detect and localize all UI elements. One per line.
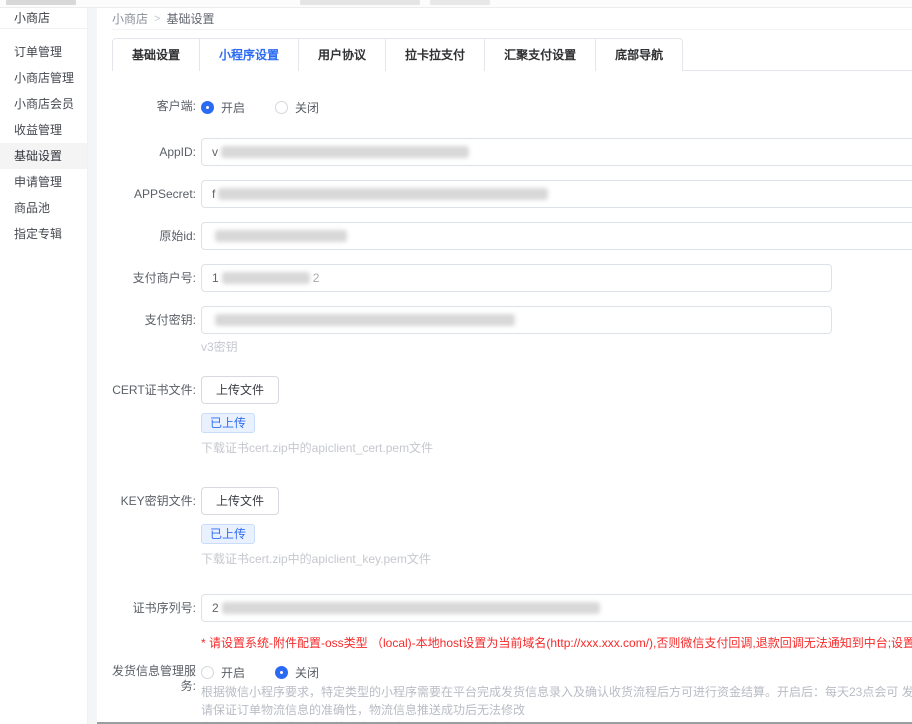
radio-selected-icon xyxy=(201,101,214,114)
toolbar-remnant xyxy=(300,0,420,5)
client-switch-label: 客户端: xyxy=(112,97,196,116)
toolbar-remnant xyxy=(6,0,76,5)
cert-upload-button[interactable]: 上传文件 xyxy=(201,376,279,404)
oss-config-warning: * 请设置系统-附件配置-oss类型 （local)-本地host设置为当前域名… xyxy=(201,636,912,650)
sidebar-item-order-management[interactable]: 订单管理 xyxy=(0,39,87,65)
tab-basic-settings[interactable]: 基础设置 xyxy=(112,38,200,71)
app-layout: 小商店 订单管理 小商店管理 小商店会员 收益管理 基础设置 申请管理 商品池 … xyxy=(0,8,912,724)
original-id-input[interactable] xyxy=(201,222,912,250)
shipping-service-row: 发货信息管理服务: 开启 关闭 根据微信小程序要求，特定类型的小程序需要 xyxy=(112,662,912,724)
appid-value-prefix: v xyxy=(212,145,218,159)
sidebar-item-designated-album[interactable]: 指定专辑 xyxy=(0,221,87,247)
sidebar-gutter xyxy=(88,8,97,724)
cropped-toolbar-edge xyxy=(0,0,912,8)
shipping-desc-line: 根据微信小程序要求，特定类型的小程序需要在平台完成发货信息录入及确认收货流程后方… xyxy=(201,683,912,701)
cert-file-row: CERT证书文件: 上传文件 已上传 下载证书cert.zip中的apiclie… xyxy=(112,376,912,455)
sidebar-menu: 订单管理 小商店管理 小商店会员 收益管理 基础设置 申请管理 商品池 指定专辑 xyxy=(0,29,87,247)
pay-mchid-input[interactable]: 1 2 xyxy=(201,264,832,292)
key-upload-button[interactable]: 上传文件 xyxy=(201,487,279,515)
pay-key-label: 支付密钥: xyxy=(112,306,196,334)
client-radio-on[interactable]: 开启 xyxy=(201,99,245,116)
appid-row: AppID: v xyxy=(112,138,912,166)
original-id-row: 原始id: xyxy=(112,222,912,250)
sidebar-item-application-management[interactable]: 申请管理 xyxy=(0,169,87,195)
sidebar: 小商店 订单管理 小商店管理 小商店会员 收益管理 基础设置 申请管理 商品池 … xyxy=(0,8,88,724)
key-file-hint: 下载证书cert.zip中的apiclient_key.pem文件 xyxy=(201,552,912,566)
redacted-value xyxy=(218,188,548,200)
original-id-label: 原始id: xyxy=(112,222,196,250)
shipping-radio-off-label: 关闭 xyxy=(295,664,319,681)
appsecret-value-prefix: f xyxy=(212,187,215,201)
cert-file-label: CERT证书文件: xyxy=(112,376,196,455)
settings-tabs: 基础设置 小程序设置 用户协议 拉卡拉支付 汇聚支付设置 底部导航 xyxy=(112,38,912,71)
appsecret-input[interactable]: f xyxy=(201,180,912,208)
key-file-row: KEY密钥文件: 上传文件 已上传 下载证书cert.zip中的apiclien… xyxy=(112,487,912,566)
shipping-service-description: 根据微信小程序要求，特定类型的小程序需要在平台完成发货信息录入及确认收货流程后方… xyxy=(201,683,912,724)
client-switch-row: 客户端: 开启 关闭 xyxy=(112,97,912,116)
radio-selected-icon xyxy=(275,666,288,679)
tab-huiju-pay-settings[interactable]: 汇聚支付设置 xyxy=(485,38,596,71)
pay-key-hint: v3密钥 xyxy=(201,340,912,354)
pay-mchid-row: 支付商户号: 1 2 xyxy=(112,264,912,292)
shipping-service-label: 发货信息管理服务: xyxy=(112,662,196,724)
sidebar-item-product-pool[interactable]: 商品池 xyxy=(0,195,87,221)
serial-value-prefix: 2 xyxy=(212,601,219,615)
pay-mchid-value-suffix: 2 xyxy=(313,271,320,285)
shipping-radio-off[interactable]: 关闭 xyxy=(275,664,319,681)
breadcrumb-separator-icon: > xyxy=(154,9,160,29)
key-file-label: KEY密钥文件: xyxy=(112,487,196,566)
tab-user-agreement[interactable]: 用户协议 xyxy=(299,38,386,71)
tab-footer-nav[interactable]: 底部导航 xyxy=(596,38,683,71)
toolbar-remnant xyxy=(430,0,490,5)
radio-unselected-icon xyxy=(275,101,288,114)
sidebar-item-revenue-management[interactable]: 收益管理 xyxy=(0,117,87,143)
appsecret-label: APPSecret: xyxy=(112,180,196,208)
shipping-radio-on-label: 开启 xyxy=(221,664,245,681)
radio-unselected-icon xyxy=(201,666,214,679)
breadcrumb: 小商店 > 基础设置 xyxy=(112,8,912,30)
breadcrumb-root[interactable]: 小商店 xyxy=(112,9,148,29)
serial-label: 证书序列号: xyxy=(112,594,196,622)
tab-lakala-pay[interactable]: 拉卡拉支付 xyxy=(386,38,485,71)
redacted-value xyxy=(215,314,515,326)
client-radio-group: 开启 关闭 xyxy=(201,97,912,116)
appid-input[interactable]: v xyxy=(201,138,912,166)
appid-label: AppID: xyxy=(112,138,196,166)
redacted-value xyxy=(221,146,469,158)
client-radio-off-label: 关闭 xyxy=(295,99,319,116)
serial-input[interactable]: 2 xyxy=(201,594,912,622)
redacted-value xyxy=(222,602,600,614)
client-radio-off[interactable]: 关闭 xyxy=(275,99,319,116)
pay-key-hint-row: v3密钥 xyxy=(112,340,912,354)
breadcrumb-current: 基础设置 xyxy=(166,9,214,29)
tab-miniprogram-settings[interactable]: 小程序设置 xyxy=(200,38,299,71)
redacted-value xyxy=(215,230,347,242)
sidebar-item-shop-members[interactable]: 小商店会员 xyxy=(0,91,87,117)
shipping-radio-on[interactable]: 开启 xyxy=(201,664,245,681)
sidebar-item-basic-settings[interactable]: 基础设置 xyxy=(0,143,87,169)
client-radio-on-label: 开启 xyxy=(221,99,245,116)
shipping-radio-group: 开启 关闭 xyxy=(201,662,912,681)
sidebar-item-shop-management[interactable]: 小商店管理 xyxy=(0,65,87,91)
serial-row: 证书序列号: 2 xyxy=(112,594,912,622)
key-uploaded-badge: 已上传 xyxy=(201,524,255,544)
redacted-value xyxy=(222,272,310,284)
pay-mchid-value-prefix: 1 xyxy=(212,271,219,285)
pay-key-row: 支付密钥: xyxy=(112,306,912,334)
sidebar-app-title: 小商店 xyxy=(0,8,87,29)
appsecret-row: APPSecret: f xyxy=(112,180,912,208)
pay-key-input[interactable] xyxy=(201,306,832,334)
pay-mchid-label: 支付商户号: xyxy=(112,264,196,292)
miniprogram-settings-form: 客户端: 开启 关闭 AppID: v xyxy=(112,71,912,724)
shipping-desc-line: 请保证订单物流信息的准确性，物流信息推送成功后无法修改 xyxy=(201,701,912,719)
cert-uploaded-badge: 已上传 xyxy=(201,413,255,433)
main-content: 小商店 > 基础设置 基础设置 小程序设置 用户协议 拉卡拉支付 汇聚支付设置 … xyxy=(97,8,912,724)
cert-file-hint: 下载证书cert.zip中的apiclient_cert.pem文件 xyxy=(201,441,912,455)
